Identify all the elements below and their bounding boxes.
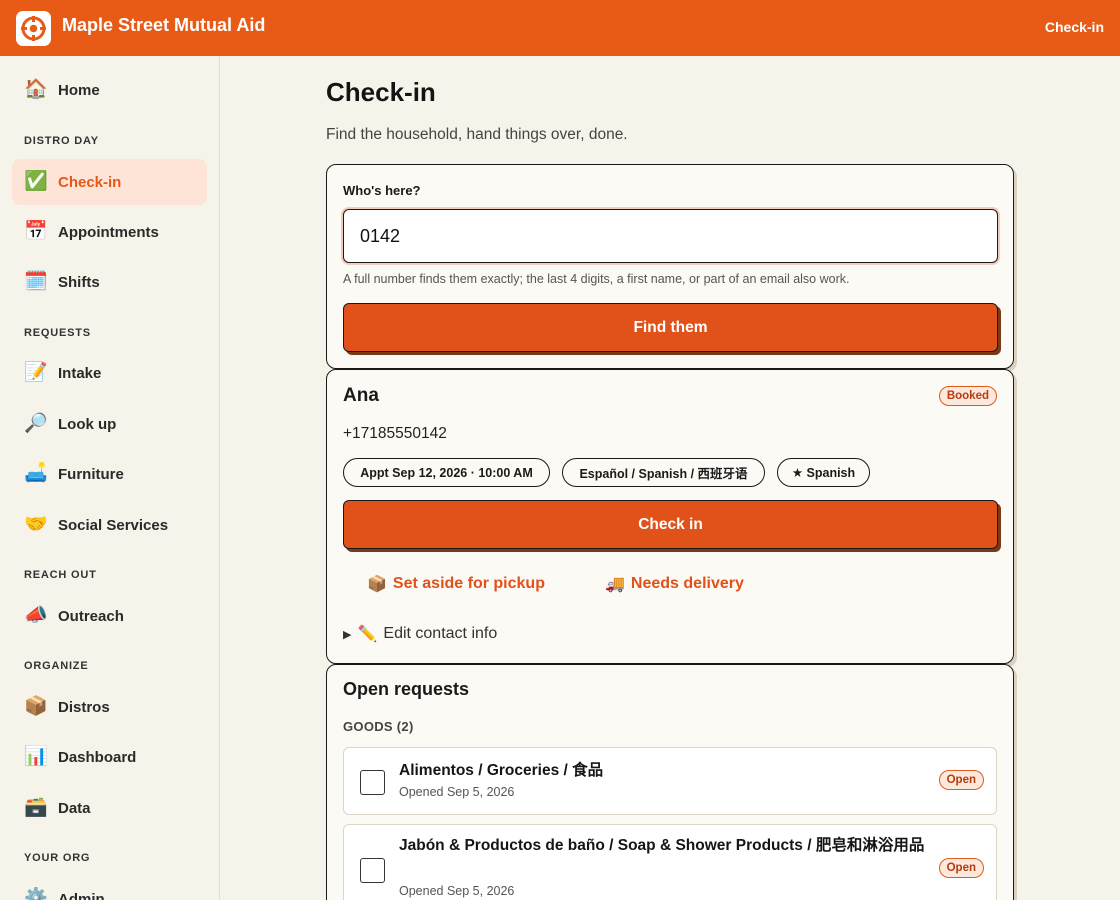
household-card: Ana Booked +17185550142 Appt Sep 12, 202… (326, 369, 1014, 664)
needs-delivery-button[interactable]: 🚚 Needs delivery (605, 574, 744, 594)
main-content: Check-in Find the household, hand things… (220, 56, 1120, 900)
header-checkin-link[interactable]: Check-in (1045, 19, 1104, 35)
search-card: Who's here? A full number finds them exa… (326, 164, 1014, 369)
sidebar-item-label: Distros (58, 698, 110, 716)
appointment-chip: Appt Sep 12, 2026 · 10:00 AM (343, 458, 550, 487)
search-hint: A full number finds them exactly; the la… (343, 272, 850, 286)
spiral-calendar-icon: 🗓️ (24, 271, 48, 292)
sidebar-item-admin[interactable]: ⚙️ Admin (12, 876, 207, 900)
sidebar-item-outreach[interactable]: 📣 Outreach (12, 593, 207, 639)
page-subtitle: Find the household, hand things over, do… (326, 126, 628, 143)
calendar-icon: 📅 (24, 221, 48, 242)
sidebar-item-intake[interactable]: 📝 Intake (12, 350, 207, 396)
sidebar-item-shifts[interactable]: 🗓️ Shifts (12, 259, 207, 305)
sidebar-item-distros[interactable]: 📦 Distros (12, 684, 207, 730)
sidebar-item-data[interactable]: 🗃️ Data (12, 785, 207, 831)
sidebar-item-label: Social Services (58, 516, 169, 534)
house-icon: 🏠 (24, 79, 48, 100)
sidebar-item-label: Shifts (58, 273, 100, 291)
sidebar: 🏠 Home DISTRO DAY ✅ Check-in 📅 Appointme… (0, 56, 220, 900)
sidebar-item-label: Check-in (58, 173, 122, 191)
sidebar-section-your-org: YOUR ORG (24, 852, 91, 864)
truck-icon: 🚚 (605, 576, 625, 593)
pencil-icon: ✏️ (357, 626, 378, 643)
brand-name[interactable]: Maple Street Mutual Aid (62, 15, 265, 36)
megaphone-icon: 📣 (24, 605, 48, 626)
disclosure-triangle-icon: ▶ (343, 628, 352, 641)
sidebar-item-label: Dashboard (58, 748, 137, 766)
sidebar-item-social-services[interactable]: 🤝 Social Services (12, 502, 207, 548)
sidebar-item-appointments[interactable]: 📅 Appointments (12, 209, 207, 255)
request-title: Jabón & Productos de baño / Soap & Showe… (399, 837, 925, 854)
request-checkbox[interactable] (360, 858, 385, 883)
sidebar-section-distro-day: DISTRO DAY (24, 135, 99, 147)
list-item: Jabón & Productos de baño / Soap & Showe… (343, 824, 997, 900)
logo-icon[interactable] (16, 11, 51, 46)
sidebar-section-reach-out: REACH OUT (24, 569, 97, 581)
household-phone: +17185550142 (343, 425, 447, 442)
request-opened-date: Opened Sep 5, 2026 (399, 785, 515, 799)
sidebar-item-home[interactable]: 🏠 Home (12, 67, 207, 113)
sidebar-item-look-up[interactable]: 🔎 Look up (12, 401, 207, 447)
language-chip: Español / Spanish / 西班牙语 (562, 458, 765, 487)
request-checkbox[interactable] (360, 770, 385, 795)
search-input[interactable] (343, 209, 998, 263)
request-opened-date: Opened Sep 5, 2026 (399, 884, 515, 898)
page-title: Check-in (326, 77, 436, 107)
list-item: Alimentos / Groceries / 食品 Opened Sep 5,… (343, 747, 997, 815)
sidebar-item-label: Outreach (58, 607, 124, 625)
bar-chart-icon: 📊 (24, 746, 48, 767)
couch-icon: 🛋️ (24, 463, 48, 484)
top-bar: Maple Street Mutual Aid Check-in (0, 0, 1120, 56)
find-them-button[interactable]: Find them (343, 303, 998, 352)
open-requests-title: Open requests (343, 679, 470, 699)
sidebar-section-organize: ORGANIZE (24, 660, 89, 672)
open-requests-card: Open requests GOODS (2) Alimentos / Groc… (326, 664, 1014, 900)
status-badge: Open (938, 770, 984, 790)
sidebar-section-requests: REQUESTS (24, 327, 91, 339)
set-aside-button[interactable]: 📦 Set aside for pickup (367, 574, 545, 594)
check-mark-icon: ✅ (24, 171, 48, 192)
sidebar-item-furniture[interactable]: 🛋️ Furniture (12, 451, 207, 497)
package-icon: 📦 (367, 576, 387, 593)
magnifier-icon: 🔎 (24, 413, 48, 434)
sidebar-item-check-in[interactable]: ✅ Check-in (12, 159, 207, 205)
file-box-icon: 🗃️ (24, 797, 48, 818)
status-badge: Booked (938, 386, 997, 406)
goods-group-label: GOODS (2) (343, 719, 414, 734)
preferred-language-chip: ★ Spanish (777, 458, 870, 487)
package-icon: 📦 (24, 696, 48, 717)
sidebar-item-label: Intake (58, 364, 102, 382)
sidebar-item-label: Appointments (58, 223, 159, 241)
search-label: Who's here? (343, 183, 421, 198)
sidebar-item-label: Home (58, 81, 100, 99)
edit-contact-toggle[interactable]: ▶ ✏️ Edit contact info (343, 624, 497, 644)
set-aside-label: Set aside for pickup (392, 575, 545, 592)
handshake-icon: 🤝 (24, 514, 48, 535)
sidebar-item-dashboard[interactable]: 📊 Dashboard (12, 734, 207, 780)
request-title: Alimentos / Groceries / 食品 (399, 762, 604, 779)
memo-icon: 📝 (24, 362, 48, 383)
sidebar-item-label: Data (58, 799, 91, 817)
needs-delivery-label: Needs delivery (630, 575, 744, 592)
sidebar-item-label: Admin (58, 890, 105, 900)
edit-contact-label: Edit contact info (383, 625, 498, 642)
gear-icon: ⚙️ (24, 888, 48, 900)
check-in-button[interactable]: Check in (343, 500, 998, 549)
sidebar-item-label: Look up (58, 415, 117, 433)
household-name: Ana (343, 385, 379, 406)
status-badge: Open (938, 858, 984, 878)
sidebar-item-label: Furniture (58, 465, 124, 483)
